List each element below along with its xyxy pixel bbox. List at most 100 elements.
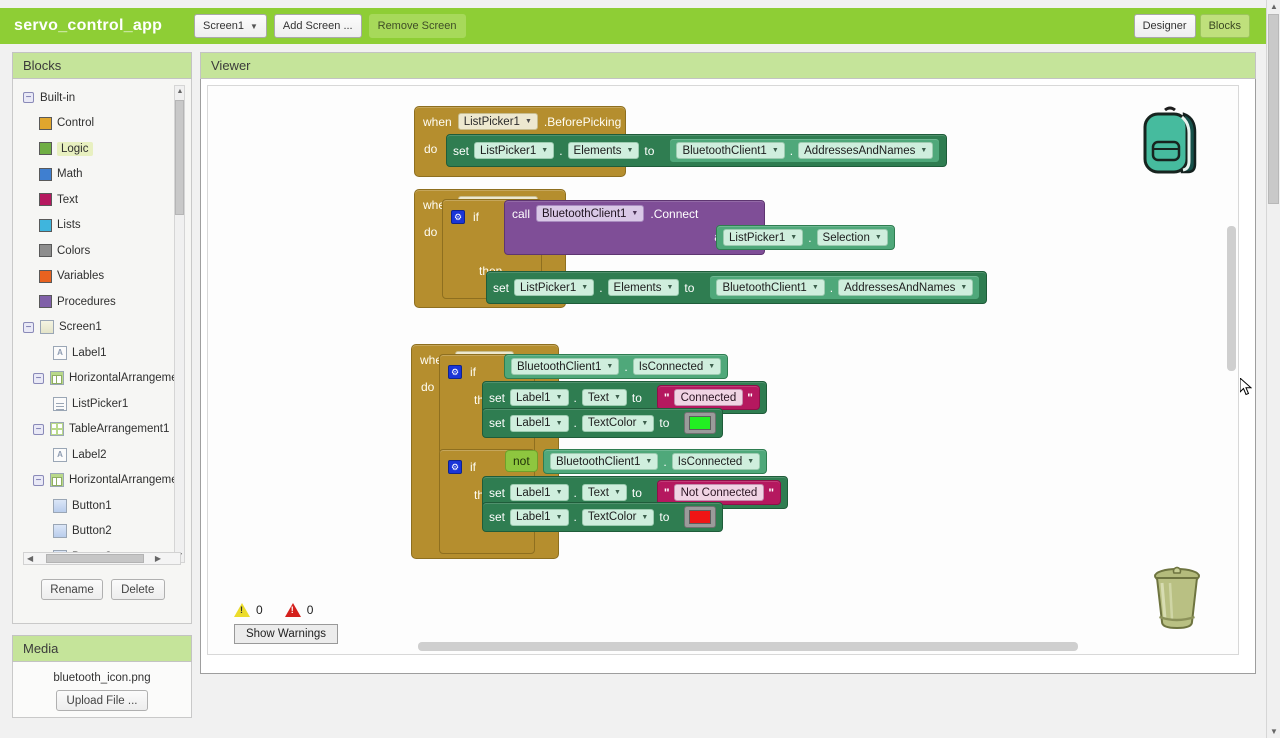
setter-component-dropdown[interactable]: Label1 ▼ — [510, 414, 569, 432]
tree-hscroll-thumb[interactable] — [46, 554, 144, 563]
palette-item-procedures[interactable]: Procedures — [13, 289, 193, 315]
getter-component-label: BluetoothClient1 — [722, 281, 807, 294]
component-label: Label2 — [72, 448, 107, 461]
collapse-toggle-icon[interactable]: − — [23, 92, 34, 104]
scroll-left-icon[interactable]: ◀ — [24, 554, 36, 563]
setter-component-dropdown[interactable]: Label1 ▼ — [510, 484, 569, 501]
setter-block-listpicker-elements-1[interactable]: set ListPicker1 ▼ . Elements ▼ to Blueto… — [446, 134, 948, 167]
getter-component-dropdown[interactable]: BluetoothClient1 ▼ — [550, 453, 659, 470]
setter-component-dropdown[interactable]: ListPicker1 ▼ — [514, 279, 595, 296]
scroll-right-icon[interactable]: ▶ — [152, 554, 164, 563]
getter-block-bluetoothclient-addressesandnames-1[interactable]: BluetoothClient1 ▼ . AddressesAndNames ▼ — [669, 138, 941, 163]
logic-not-block[interactable]: not — [505, 450, 538, 472]
gear-icon[interactable]: ⚙ — [448, 460, 462, 474]
add-screen-button[interactable]: Add Screen ... — [273, 14, 362, 38]
color-block-green[interactable] — [684, 412, 717, 434]
text-value-input[interactable]: Connected — [673, 389, 744, 406]
tree-item-label1[interactable]: A Label1 — [13, 340, 193, 366]
getter-property-dropdown[interactable]: AddressesAndNames ▼ — [838, 279, 974, 296]
setter-property-dropdown[interactable]: Text ▼ — [581, 389, 627, 406]
tree-vertical-scrollbar[interactable]: ▲ ▼ — [174, 85, 185, 563]
getter-component-dropdown[interactable]: BluetoothClient1 ▼ — [676, 142, 785, 159]
window-vertical-scrollbar[interactable]: ▲ ▼ — [1266, 0, 1280, 738]
scroll-up-icon[interactable]: ▲ — [176, 88, 184, 96]
tree-item-label2[interactable]: A Label2 — [13, 442, 193, 468]
delete-button[interactable]: Delete — [110, 579, 165, 600]
palette-item-lists[interactable]: Lists — [13, 213, 193, 239]
setter-block-label1-textcolor-green[interactable]: set Label1 ▼ . TextColor ▼ to — [482, 408, 724, 438]
tree-item-tablearrangement1[interactable]: − TableArrangement1 — [13, 417, 193, 443]
collapse-toggle-icon[interactable]: − — [23, 321, 34, 333]
tree-scroll-thumb[interactable] — [175, 100, 184, 215]
tree-item-button2[interactable]: Button2 — [13, 519, 193, 545]
palette-item-variables[interactable]: Variables — [13, 264, 193, 290]
setter-block-label1-textcolor-red[interactable]: set Label1 ▼ . TextColor ▼ to — [482, 502, 724, 532]
setter-block-listpicker-elements-2[interactable]: set ListPicker1 ▼ . Elements ▼ to Blueto… — [486, 271, 988, 304]
text-block-connected[interactable]: " Connected " — [656, 385, 760, 410]
setter-property-label: Text — [587, 391, 609, 404]
upload-file-button[interactable]: Upload File ... — [56, 690, 148, 711]
trash-icon[interactable] — [1146, 565, 1208, 636]
tree-horizontal-scrollbar[interactable]: ◀ ▶ — [23, 552, 181, 565]
palette-item-control[interactable]: Control — [13, 111, 193, 137]
warnings-indicator-bar: 0 0 — [234, 603, 313, 617]
event-component-dropdown[interactable]: ListPicker1 ▼ — [457, 113, 538, 130]
blocks-button[interactable]: Blocks — [1199, 14, 1250, 38]
workspace-horizontal-scrollbar[interactable] — [418, 642, 1078, 651]
setter-property-dropdown[interactable]: TextColor ▼ — [581, 414, 655, 432]
collapse-toggle-icon[interactable]: − — [33, 474, 44, 486]
getter-property-dropdown[interactable]: Selection ▼ — [816, 229, 888, 246]
getter-property-dropdown[interactable]: AddressesAndNames ▼ — [798, 142, 934, 159]
palette-item-logic[interactable]: Logic — [13, 136, 193, 162]
text-value-input[interactable]: Not Connected — [673, 484, 765, 501]
tree-item-horizontalarrangement1[interactable]: − HorizontalArrangemer — [13, 366, 193, 392]
blocks-workspace[interactable]: when ListPicker1 ▼ .BeforePicking do set… — [207, 85, 1239, 655]
designer-button[interactable]: Designer — [1133, 14, 1196, 38]
setter-property-dropdown[interactable]: TextColor ▼ — [581, 508, 655, 526]
getter-block-listpicker-selection[interactable]: ListPicker1 ▼ . Selection ▼ — [716, 225, 895, 250]
getter-property-dropdown[interactable]: IsConnected ▼ — [632, 358, 722, 375]
color-swatch-icon[interactable] — [689, 416, 712, 430]
palette-item-colors[interactable]: Colors — [13, 238, 193, 264]
window-scroll-thumb[interactable] — [1268, 14, 1279, 204]
tree-item-button1[interactable]: Button1 — [13, 493, 193, 519]
collapse-toggle-icon[interactable]: − — [33, 423, 44, 435]
setter-component-dropdown[interactable]: Label1 ▼ — [510, 508, 569, 526]
collapse-toggle-icon[interactable]: − — [33, 372, 44, 384]
getter-block-bluetoothclient-isconnected-2[interactable]: BluetoothClient1 ▼ . IsConnected ▼ — [543, 449, 768, 474]
workspace-vertical-scrollbar[interactable] — [1227, 226, 1236, 371]
getter-property-dropdown[interactable]: IsConnected ▼ — [671, 453, 761, 470]
getter-block-bluetoothclient-addressesandnames-2[interactable]: BluetoothClient1 ▼ . AddressesAndNames ▼ — [709, 275, 981, 300]
setter-component-dropdown[interactable]: Label1 ▼ — [510, 389, 569, 406]
remove-screen-button[interactable]: Remove Screen — [368, 14, 466, 38]
gear-icon[interactable]: ⚙ — [451, 210, 465, 224]
getter-component-dropdown[interactable]: BluetoothClient1 ▼ — [511, 358, 620, 375]
media-file-name[interactable]: bluetooth_icon.png — [13, 672, 191, 684]
logic-color-swatch-icon — [39, 142, 52, 156]
show-warnings-button[interactable]: Show Warnings — [234, 624, 338, 644]
call-component-dropdown[interactable]: BluetoothClient1 ▼ — [536, 205, 645, 222]
scroll-up-icon[interactable]: ▲ — [1270, 2, 1278, 11]
palette-item-math[interactable]: Math — [13, 162, 193, 188]
setter-property-dropdown[interactable]: Elements ▼ — [607, 279, 680, 296]
tree-item-horizontalarrangement2[interactable]: − HorizontalArrangemer — [13, 468, 193, 494]
blocks-canvas[interactable]: when ListPicker1 ▼ .BeforePicking do set… — [200, 79, 1256, 674]
rename-button[interactable]: Rename — [41, 579, 103, 600]
setter-property-dropdown[interactable]: Elements ▼ — [567, 142, 640, 159]
color-swatch-icon[interactable] — [689, 510, 712, 524]
gear-icon[interactable]: ⚙ — [448, 365, 462, 379]
scroll-down-icon[interactable]: ▼ — [1270, 727, 1278, 736]
tree-item-listpicker1[interactable]: ListPicker1 — [13, 391, 193, 417]
setter-component-dropdown[interactable]: ListPicker1 ▼ — [474, 142, 555, 159]
screen-selector-dropdown[interactable]: Screen1 ▼ — [194, 14, 267, 38]
palette-item-text[interactable]: Text — [13, 187, 193, 213]
setter-property-dropdown[interactable]: Text ▼ — [581, 484, 627, 501]
getter-block-bluetoothclient-isconnected-1[interactable]: BluetoothClient1 ▼ . IsConnected ▼ — [504, 354, 729, 379]
backpack-icon[interactable] — [1134, 104, 1206, 183]
getter-component-dropdown[interactable]: ListPicker1 ▼ — [723, 229, 804, 246]
color-block-red[interactable] — [684, 506, 717, 528]
getter-component-dropdown[interactable]: BluetoothClient1 ▼ — [716, 279, 825, 296]
getter-property-label: IsConnected — [638, 360, 704, 373]
tree-node-screen1[interactable]: − Screen1 — [13, 315, 193, 341]
tree-node-builtin[interactable]: − Built-in — [13, 85, 193, 111]
